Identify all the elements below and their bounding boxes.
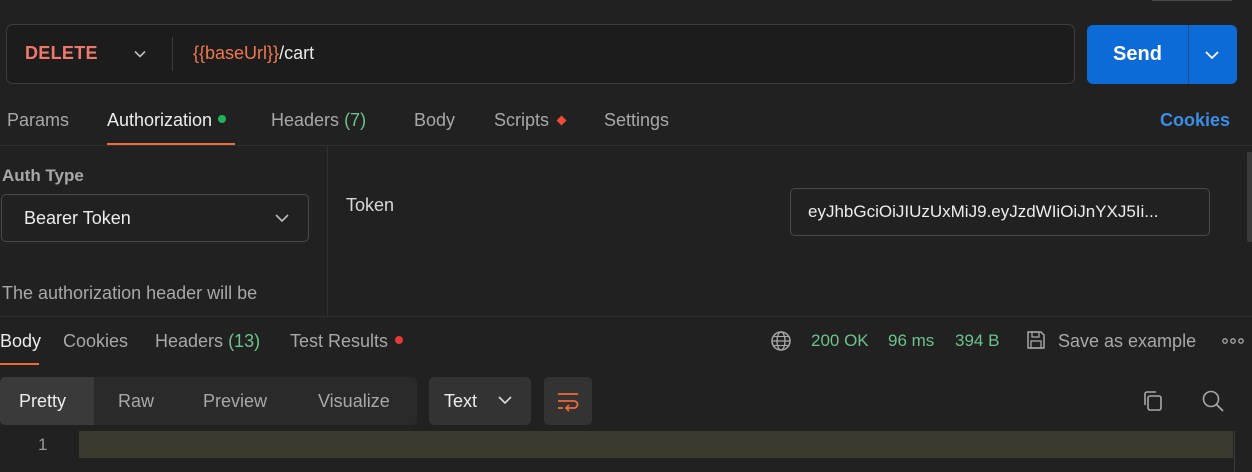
language-select[interactable]: Text [429,377,531,425]
cookies-link[interactable]: Cookies [1160,110,1230,131]
format-raw[interactable]: Raw [118,391,154,412]
search-icon[interactable] [1201,389,1225,413]
tab-authorization-label: Authorization [107,110,213,130]
tab-params[interactable]: Params [7,110,69,131]
line-number: 1 [38,435,48,454]
auth-type-select[interactable]: Bearer Token [1,194,309,242]
token-label: Token [346,195,395,215]
status-dot [218,115,227,124]
response-headers-count: (13) [228,331,261,351]
wrap-lines-button[interactable] [544,377,592,425]
format-pretty[interactable]: Pretty [19,391,66,412]
chevron-down-icon[interactable] [1203,47,1221,63]
save-as-example-button[interactable]: Save as example [1058,331,1196,352]
method-divider [172,37,173,71]
url-input[interactable]: {{baseUrl}}/cart [193,43,314,64]
auth-type-value: Bearer Token [24,208,131,228]
response-tab-headers[interactable]: Headers (13) [155,331,260,352]
send-divider [1188,25,1189,84]
tab-settings[interactable]: Settings [604,110,669,131]
url-path: /cart [279,43,315,63]
scrollbar[interactable] [1247,152,1252,242]
url-variable: {{baseUrl}} [193,43,280,63]
editor-right-gutter [1234,431,1235,472]
wrap-lines-icon [558,393,579,412]
chevron-down-icon[interactable] [133,47,147,61]
tabs-divider [0,145,1252,146]
tab-body[interactable]: Body [414,110,455,131]
globe-icon[interactable] [770,330,792,352]
tab-authorization[interactable]: Authorization [107,110,227,131]
tab-scripts[interactable]: Scripts [494,110,567,131]
tab-scripts-label: Scripts [494,110,550,130]
chevron-down-icon [275,214,289,223]
send-button-group: Send [1087,25,1237,84]
modified-indicator-icon [556,115,567,126]
response-tab-test-results[interactable]: Test Results [290,331,404,352]
more-options-icon[interactable] [1222,337,1246,345]
response-headers-label: Headers [155,331,224,351]
tab-headers-label: Headers [271,110,340,130]
test-results-label: Test Results [290,331,389,351]
token-input[interactable]: eyJhbGciOiJIUzUxMiJ9.eyJzdWIiOiJnYXJ5Ii.… [790,188,1210,236]
response-time[interactable]: 96 ms [888,331,934,351]
headers-count: (7) [344,110,367,130]
auth-help-text: The authorization header will be [2,283,258,303]
tab-headers[interactable]: Headers (7) [271,110,366,131]
token-value: eyJhbGciOiJIUzUxMiJ9.eyJzdWIiOiJnYXJ5Ii.… [808,202,1159,221]
format-visualize[interactable]: Visualize [318,391,390,412]
editor-current-line[interactable] [79,431,1233,458]
test-status-dot [395,336,404,345]
response-tab-cookies[interactable]: Cookies [63,331,128,352]
top-edge-indicator [1152,0,1232,1]
copy-icon[interactable] [1141,389,1165,413]
status-code[interactable]: 200 OK [811,331,869,351]
response-divider[interactable] [0,316,1252,317]
auth-type-label: Auth Type [2,166,84,185]
save-icon[interactable] [1025,329,1047,351]
format-preview[interactable]: Preview [203,391,267,412]
response-tab-body[interactable]: Body [0,331,41,352]
chevron-down-icon [498,396,512,405]
language-select-value: Text [444,391,478,411]
active-tab-indicator [0,363,39,365]
method-selector[interactable]: DELETE [25,43,98,64]
response-size[interactable]: 394 B [955,331,999,351]
auth-panel-divider [327,146,328,316]
send-button[interactable]: Send [1087,43,1188,66]
request-bar: DELETE {{baseUrl}}/cart [6,24,1075,84]
